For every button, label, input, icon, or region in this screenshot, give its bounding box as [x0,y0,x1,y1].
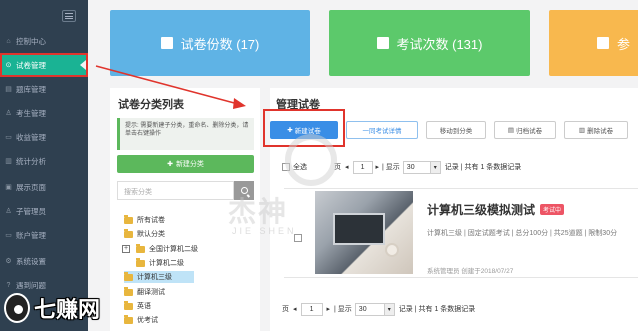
sidebar-header [0,0,88,28]
site-logo: 七赚网 [4,290,100,326]
tree-item-level2[interactable]: 计算机二级 [136,257,184,269]
exam-title[interactable]: 计算机三级模拟测试 考试中 [427,201,565,218]
book-icon: ▤ [5,86,12,93]
page-input[interactable]: 1 [300,302,323,316]
category-panel-title: 试卷分类列表 [118,99,184,111]
monitor-icon: ▣ [5,184,12,191]
next-page-button[interactable]: ▸ [327,305,331,313]
archive-button[interactable]: ▤ 归档试卷 [494,121,556,139]
users-icon: ♙ [5,208,12,215]
user-icon: ♙ [5,110,12,117]
logo-text: 七赚网 [34,298,101,323]
prev-page-button[interactable]: ◂ [293,305,297,313]
tree-item-youkaoshi[interactable]: 优考试 [124,314,158,326]
sidebar-item-income[interactable]: ▭ 收益管理 [0,126,88,148]
exam-author: 系统管理员 创建于2018/07/27 [427,268,514,275]
sidebar-item-settings[interactable]: ⚙ 系统设置 [0,250,88,272]
stat-card-third[interactable]: 参 [549,10,638,76]
per-page-select[interactable]: 30 ▾ [354,302,395,316]
check-circle-icon: ⊙ [5,62,12,69]
sidebar-item-stats[interactable]: ▥ 统计分析 [0,150,88,172]
tree-item-level3[interactable]: 计算机三级 [124,271,194,283]
trash-icon: ▥ [578,127,586,134]
cup-image-icon [385,243,399,257]
plus-icon: ✚ [167,161,173,168]
laptop-image-icon [333,213,385,245]
menu-toggle-icon[interactable] [62,10,76,22]
tree-item-all[interactable]: 所有试卷 [124,214,165,226]
exam-meta: 计算机三级 | 固定试题考试 | 总分100分 | 共25道题 | 限制30分 [427,230,618,237]
folder-icon [136,243,145,253]
per-page-select[interactable]: 30 ▾ [402,160,441,174]
page-input[interactable]: 1 [352,160,373,174]
bottom-pagination: 页 ◂ 1 ▸ | 显示 30 ▾ 记录 | 共有 1 条数据记录 [282,302,475,316]
prev-page-button[interactable]: ◂ [345,163,349,171]
chart-icon: ▥ [5,158,12,165]
next-page-button[interactable]: ▸ [376,163,380,171]
folder-icon [124,228,133,238]
stat-card-exams[interactable]: 考试次数 (131) [329,10,530,76]
watermark-text: 杰神 [228,196,289,227]
tree-item-english[interactable]: 英语 [124,300,151,312]
watermark-logo-icon [285,134,337,186]
exam-details-button[interactable]: 一同考试详情 [346,121,418,139]
move-category-button[interactable]: 移动到分类 [426,121,486,139]
archive-icon: ▤ [507,127,515,134]
expand-icon[interactable]: + [122,245,130,253]
tree-item-default[interactable]: 默认分类 [124,228,165,240]
chevron-down-icon: ▾ [429,161,440,173]
folder-icon [124,300,133,310]
sidebar-item-control[interactable]: ⌂ 控制中心 [0,30,88,52]
sidebar-item-students[interactable]: ♙ 考生管理 [0,102,88,124]
wallet-icon: ▭ [5,134,12,141]
sidebar-item-subadmin[interactable]: ♙ 子管理员 [0,200,88,222]
tree-item-translation[interactable]: 翻译测试 [124,286,165,298]
status-badge: 考试中 [540,204,565,215]
home-icon: ⌂ [6,37,11,45]
folder-icon [124,271,133,281]
watermark-subtext: JIE SHEN [232,226,297,236]
sidebar-item-account[interactable]: ▭ 账户管理 [0,224,88,246]
top-pagination: 页 ◂ 1 ▸ | 显示 30 ▾ 记录 | 共有 1 条数据记录 [334,160,521,174]
sidebar-item-questions[interactable]: ▤ 题库管理 [0,78,88,100]
exam-thumbnail [315,191,413,274]
gear-icon: ⚙ [5,258,12,265]
stat-card-papers[interactable]: 试卷份数 (17) [110,10,310,76]
id-card-icon: ▭ [5,232,12,239]
category-search-input[interactable]: 搜索分类 [117,181,234,200]
sidebar-item-papers[interactable]: ⊙ 试卷管理 [0,54,88,76]
category-hint: 提示: 需要新建子分类，重命名、删除分类，请单击右键操作 [117,118,254,150]
folder-icon [124,214,133,224]
sidebar-item-display[interactable]: ▣ 展示页面 [0,176,88,198]
folder-icon [136,257,145,267]
edit-icon [376,37,389,49]
folder-icon [124,314,133,324]
add-category-button[interactable]: ✚ 新建分类 [117,155,254,173]
grid-icon [597,37,609,49]
folder-icon [124,286,133,296]
logo-mark-icon [4,293,30,323]
delete-button[interactable]: ▥ 删除试卷 [564,121,628,139]
document-icon [160,37,173,49]
chevron-down-icon: ▾ [383,303,394,315]
active-caret-icon [80,60,86,70]
question-icon: ? [6,281,11,289]
tree-item-national-level2[interactable]: 全国计算机二级 [136,243,198,255]
